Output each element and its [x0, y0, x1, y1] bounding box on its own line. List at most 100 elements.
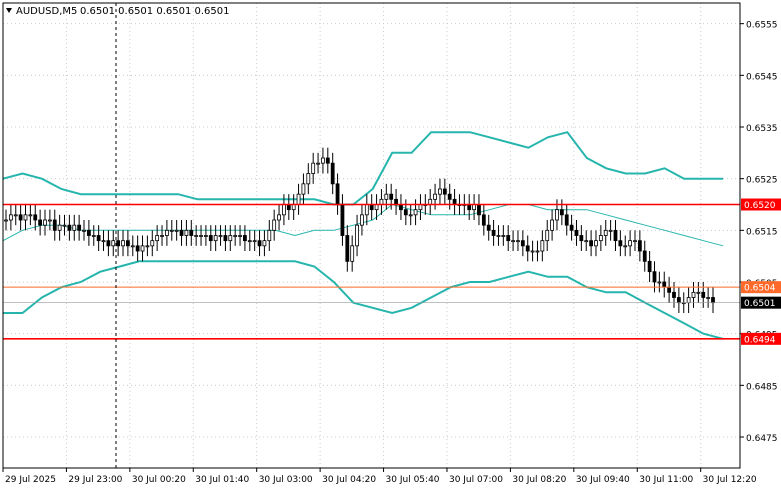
symbol-title: AUDUSD,M5 [16, 6, 77, 17]
candle-body [511, 240, 515, 243]
candle-body [330, 162, 335, 185]
candle-body [4, 219, 8, 222]
x-tick-label: 29 Jul 2025 [5, 475, 56, 485]
ohlc-readout: 0.6501 0.6501 0.6501 0.6501 [80, 6, 230, 17]
candle-body [530, 250, 535, 253]
candle-body [199, 235, 203, 237]
candle-body [360, 214, 364, 226]
candle-body [637, 240, 642, 252]
candle-body [13, 214, 18, 217]
candle-body [696, 291, 701, 294]
candle-body [145, 245, 150, 248]
candle-body [657, 281, 662, 284]
x-tick-label: 30 Jul 01:40 [195, 475, 249, 485]
candle-body [179, 229, 184, 236]
x-tick-label: 30 Jul 07:00 [449, 475, 503, 485]
candle-body [540, 240, 545, 252]
candle-body [169, 229, 174, 232]
candle-body [62, 224, 67, 227]
candle-body [481, 214, 486, 226]
candle-body [628, 240, 633, 247]
candle-body [204, 235, 208, 237]
candle-body [111, 240, 116, 247]
candle-body [150, 240, 155, 247]
candle-body [277, 214, 281, 221]
candle-body [135, 245, 140, 252]
candle-body [559, 209, 564, 216]
x-tick-label: 30 Jul 09:40 [576, 475, 630, 485]
current-price-tag-label: 0.6501 [744, 299, 776, 309]
price-chart[interactable]: 0.65550.65450.65350.65250.65150.65050.64… [0, 0, 781, 489]
candle-body [213, 235, 218, 242]
candle-body [676, 297, 681, 304]
x-tick-label: 30 Jul 12:20 [703, 475, 757, 485]
candle-body [233, 235, 238, 237]
candle-body [82, 229, 86, 232]
candle-body [130, 245, 135, 248]
candle-body [101, 240, 106, 243]
candle-body [433, 193, 437, 200]
candle-body [525, 245, 530, 252]
candle-body [47, 219, 52, 222]
candle-body [403, 209, 408, 216]
candle-body [184, 229, 189, 236]
price-tag-label: 0.6504 [744, 284, 776, 294]
candle-body [238, 235, 242, 237]
candle-body [574, 229, 579, 236]
candle-body [121, 240, 125, 247]
y-tick-label: 0.6555 [746, 21, 778, 31]
candle-body [38, 219, 43, 226]
candle-body [589, 240, 594, 247]
candle-body [160, 235, 164, 237]
candle-body [125, 240, 130, 247]
candle-body [613, 229, 618, 242]
candle-body [165, 229, 169, 236]
y-tick-label: 0.6535 [746, 124, 778, 134]
candle-body [603, 229, 608, 236]
candle-body [194, 235, 199, 237]
candle-body [91, 235, 96, 237]
candle-body [642, 250, 647, 262]
candle-body [496, 235, 501, 237]
candle-body [672, 291, 676, 298]
candle-body [501, 235, 506, 237]
candle-body [43, 219, 47, 226]
candle-body [701, 291, 706, 298]
candle-body [491, 229, 496, 236]
candle-body [711, 297, 715, 304]
candle-body [301, 183, 306, 195]
candle-body [686, 297, 691, 304]
price-tag-label: 0.6520 [744, 201, 776, 211]
candle-body [520, 240, 525, 247]
candle-body [569, 224, 574, 231]
candle-body [618, 240, 623, 247]
candle-body [116, 240, 121, 247]
candle-body [598, 235, 603, 242]
candle-body [408, 214, 413, 217]
x-tick-label: 30 Jul 04:20 [322, 475, 376, 485]
candle-body [228, 235, 233, 242]
candle-body [579, 235, 584, 242]
candle-body [506, 235, 511, 242]
candle-body [321, 157, 325, 164]
candle-body [477, 204, 481, 216]
candle-body [623, 245, 628, 248]
candle-body [355, 224, 359, 247]
candle-body [438, 188, 442, 195]
candle-body [691, 291, 696, 298]
y-tick-label: 0.6485 [746, 382, 778, 392]
candle-body [67, 224, 72, 231]
candle-body [247, 240, 252, 243]
candle-body [208, 235, 213, 242]
candle-body [555, 209, 559, 221]
x-tick-label: 30 Jul 00:20 [132, 475, 186, 485]
chart-window[interactable]: 0.65550.65450.65350.65250.65150.65050.64… [0, 0, 781, 489]
x-tick-label: 30 Jul 08:20 [512, 475, 566, 485]
candle-body [535, 250, 540, 253]
candle-body [364, 204, 369, 216]
candle-body [155, 235, 160, 242]
candle-body [33, 214, 38, 221]
candle-body [384, 193, 389, 200]
candle-body [413, 209, 418, 216]
candle-body [335, 183, 340, 205]
